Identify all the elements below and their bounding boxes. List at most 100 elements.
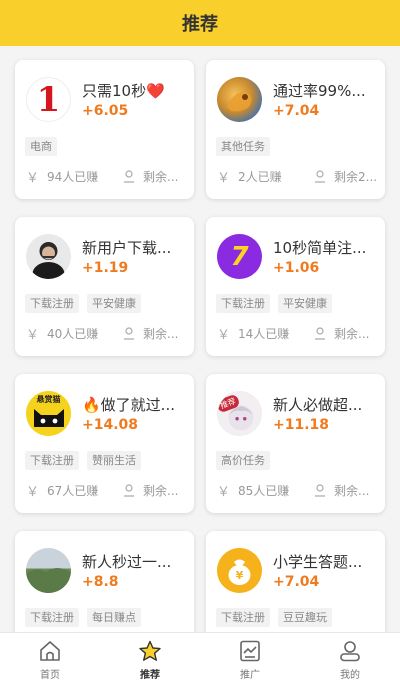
task-card[interactable]: 新用户下载... +1.19 下载注册 平安健康 ￥ 40人已赚 剩余...	[15, 217, 194, 356]
tab-mine[interactable]: 我的	[300, 633, 400, 688]
task-tags: 下载注册 每日赚点	[25, 608, 141, 627]
page-title: 推荐	[182, 14, 218, 35]
earned-count: 40人已赚	[47, 327, 99, 341]
earned-count: 14人已赚	[238, 327, 290, 341]
task-tag: 其他任务	[216, 137, 270, 156]
yen-icon: ￥	[26, 171, 40, 186]
task-reward: +8.8	[82, 574, 119, 590]
yen-icon: ￥	[217, 485, 231, 500]
task-grid: 1 只需10秒❤️ +6.05 电商 ￥ 94人已赚 剩余... 通过率99%.…	[15, 60, 385, 632]
task-avatar: 悬赏猫	[26, 391, 71, 436]
task-title: 小学生答题...	[273, 553, 363, 571]
top-bar: 推荐	[0, 0, 400, 46]
tab-label: 推广	[240, 670, 260, 681]
task-avatar	[217, 77, 262, 122]
task-card[interactable]: 推荐 新人必做超... +11.18 高价任务 ￥ 85人已赚 剩余...	[206, 374, 385, 513]
task-tag: 高价任务	[216, 451, 270, 470]
task-avatar	[26, 548, 71, 593]
earned-count: 94人已赚	[47, 170, 99, 184]
task-stats: ￥ 94人已赚 剩余...	[26, 167, 194, 186]
task-title: 新人秒过一...	[82, 553, 172, 571]
tab-home[interactable]: 首页	[0, 633, 100, 688]
tab-label: 推荐	[140, 670, 160, 681]
user-icon	[314, 484, 326, 497]
task-card[interactable]: 7 10秒简单注... +1.06 下载注册 平安健康 ￥ 14人已赚 剩余..…	[206, 217, 385, 356]
remaining-count: 剩余...	[143, 484, 179, 498]
dragon-image-icon	[227, 92, 252, 112]
task-reward: +7.04	[273, 574, 320, 590]
bounty-badge-text: 悬赏猫	[36, 395, 61, 404]
task-card[interactable]: 1 只需10秒❤️ +6.05 电商 ￥ 94人已赚 剩余...	[15, 60, 194, 199]
task-tag: 下载注册	[216, 608, 270, 627]
cat-logo-icon	[33, 409, 64, 427]
task-tags: 下载注册 赞丽生活	[25, 451, 141, 470]
money-bag-icon: ¥	[228, 559, 251, 585]
task-avatar	[26, 234, 71, 279]
seven-logo: 7	[230, 241, 249, 272]
task-feed[interactable]: 1 只需10秒❤️ +6.05 电商 ￥ 94人已赚 剩余... 通过率99%.…	[0, 46, 400, 632]
landscape-image-icon	[26, 568, 71, 593]
task-tags: 电商	[25, 137, 57, 156]
task-card[interactable]: 新人秒过一... +8.8 下载注册 每日赚点	[15, 531, 194, 632]
task-stats: ￥ 40人已赚 剩余...	[26, 324, 194, 343]
chart-icon	[240, 640, 260, 662]
task-avatar: 推荐	[217, 391, 262, 436]
task-reward: +1.19	[82, 260, 129, 276]
task-tags: 下载注册 平安健康	[25, 294, 141, 313]
task-reward: +6.05	[82, 103, 129, 119]
remaining-count: 剩余...	[334, 484, 370, 498]
user-icon	[314, 327, 326, 340]
remaining-count: 剩余...	[143, 170, 179, 184]
task-tag: 下载注册	[216, 294, 270, 313]
task-tag: 平安健康	[87, 294, 141, 313]
bottom-tab-bar: 首页 推荐 推广 我的	[0, 632, 400, 688]
home-icon	[40, 641, 60, 661]
task-avatar: ¥	[217, 548, 262, 593]
earned-count: 2人已赚	[238, 170, 282, 184]
portrait-image-icon	[32, 242, 65, 279]
task-stats: ￥ 85人已赚 剩余...	[217, 481, 385, 500]
task-title: 新用户下载...	[82, 239, 172, 257]
tab-promote[interactable]: 推广	[200, 633, 300, 688]
yen-icon: ￥	[26, 328, 40, 343]
user-icon	[123, 170, 135, 183]
task-card[interactable]: ¥ 小学生答题... +7.04 下载注册 豆豆趣玩	[206, 531, 385, 632]
user-icon	[314, 170, 326, 183]
yen-icon: ￥	[26, 485, 40, 500]
task-title: 只需10秒❤️	[82, 82, 165, 100]
task-tags: 高价任务	[216, 451, 270, 470]
task-card[interactable]: 悬赏猫 🔥做了就过... +14.08 下载注册 赞丽生活 ￥ 67人已赚 剩余…	[15, 374, 194, 513]
tab-label: 我的	[340, 670, 360, 681]
remaining-count: 剩余...	[334, 327, 370, 341]
task-reward: +7.04	[273, 103, 320, 119]
star-icon	[139, 640, 161, 661]
task-stats: ￥ 67人已赚 剩余...	[26, 481, 194, 500]
earned-count: 67人已赚	[47, 484, 99, 498]
tab-recommend[interactable]: 推荐	[100, 633, 200, 688]
remaining-count: 剩余...	[143, 327, 179, 341]
task-title: 🔥做了就过...	[82, 396, 175, 414]
svg-text:¥: ¥	[236, 569, 244, 582]
task-tag: 电商	[25, 137, 57, 156]
earned-count: 85人已赚	[238, 484, 290, 498]
user-icon	[123, 327, 135, 340]
task-tag: 平安健康	[278, 294, 332, 313]
task-card[interactable]: 通过率99%... +7.04 其他任务 ￥ 2人已赚 剩余2...	[206, 60, 385, 199]
task-tag: 下载注册	[25, 294, 79, 313]
task-stats: ￥ 2人已赚 剩余2...	[217, 167, 385, 186]
task-tag: 豆豆趣玩	[278, 608, 332, 627]
remaining-count: 剩余2...	[334, 170, 378, 184]
yen-icon: ￥	[217, 171, 231, 186]
task-tags: 下载注册 豆豆趣玩	[216, 608, 332, 627]
task-tag: 赞丽生活	[87, 451, 141, 470]
number-one-logo: 1	[36, 79, 61, 120]
task-reward: +11.18	[273, 417, 330, 433]
task-title: 新人必做超...	[273, 396, 363, 414]
task-title: 10秒简单注...	[273, 239, 367, 257]
user-icon	[340, 641, 360, 662]
task-reward: +14.08	[82, 417, 139, 433]
task-title: 通过率99%...	[273, 82, 366, 100]
task-avatar: 7	[217, 234, 262, 279]
task-reward: +1.06	[273, 260, 320, 276]
task-tag: 下载注册	[25, 451, 79, 470]
